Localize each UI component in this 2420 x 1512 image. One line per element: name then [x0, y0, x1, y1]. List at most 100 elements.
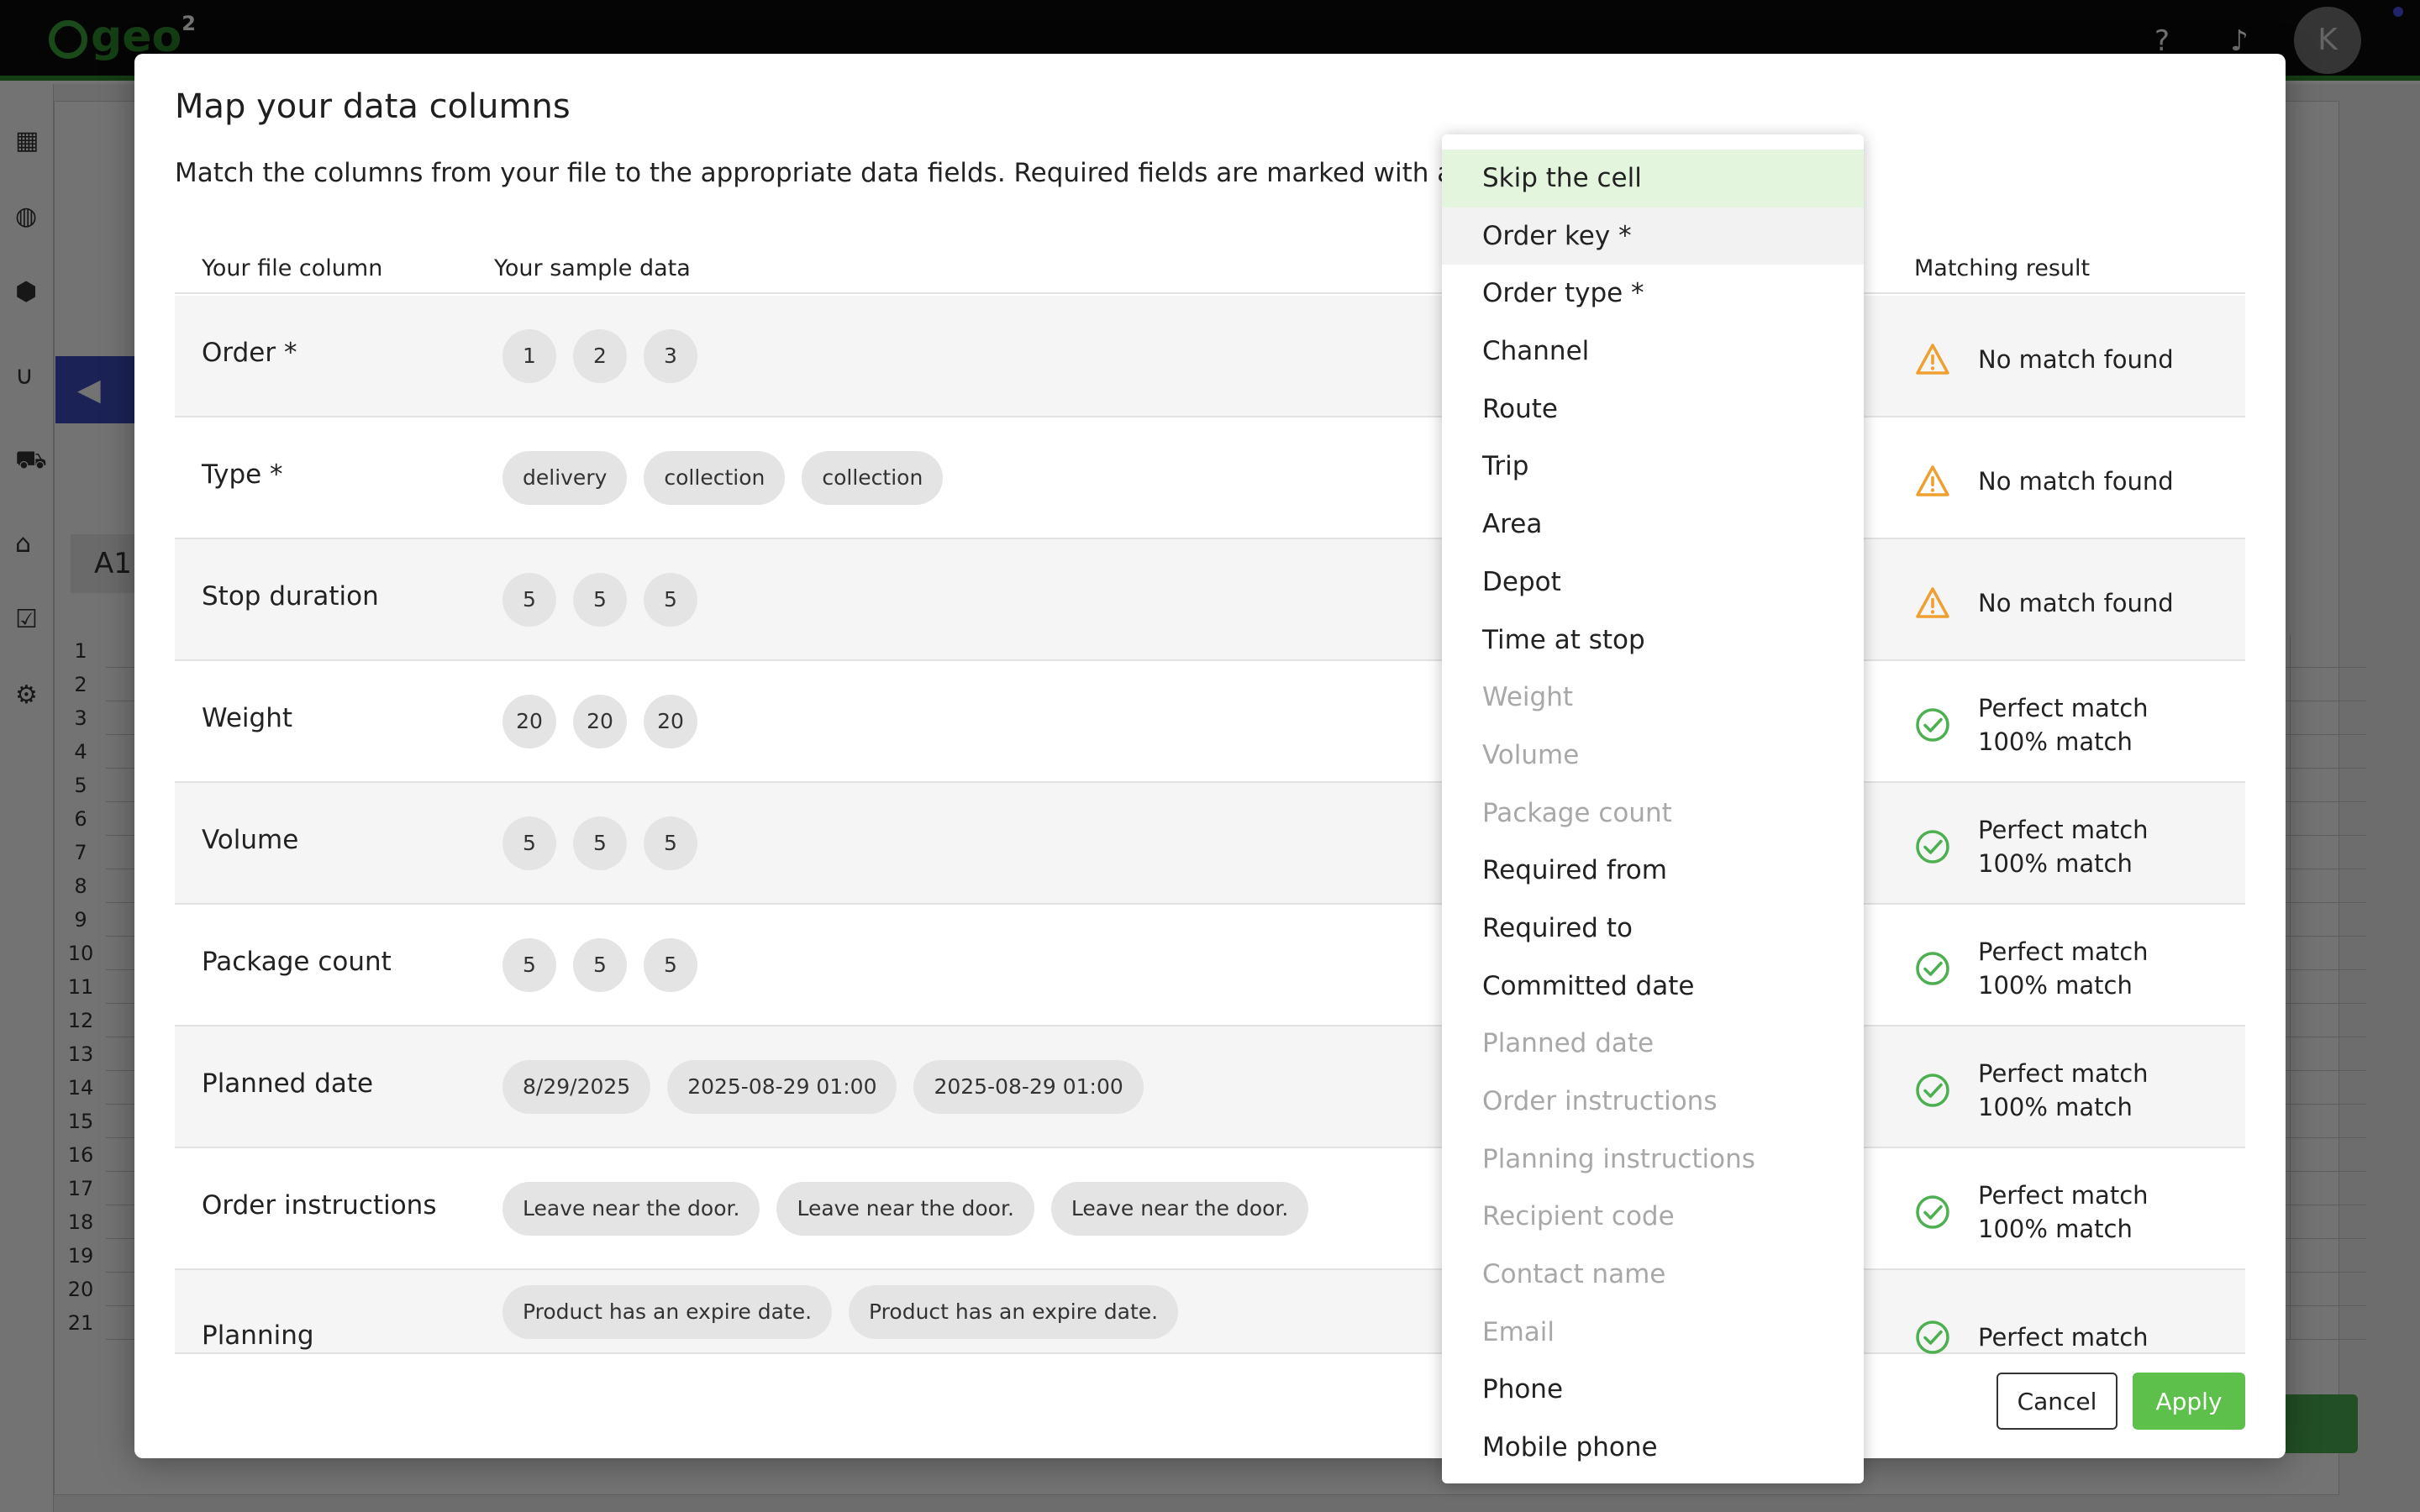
check-circle-icon	[1914, 1319, 1951, 1356]
matching-result-text: No match found	[1978, 586, 2174, 620]
dropdown-option: Package count	[1482, 797, 1672, 828]
sample-data-chips: 555	[502, 816, 697, 870]
matching-result-label: Perfect match	[1978, 816, 2149, 844]
sample-data-chips: Leave near the door. Leave near the door.…	[502, 1182, 1309, 1236]
matching-result-percent: 100% match	[1978, 971, 2133, 1000]
sample-chip: 2025-08-29 01:00	[667, 1060, 897, 1114]
dropdown-option[interactable]: Channel	[1442, 323, 1864, 381]
dropdown-option[interactable]: Order key *	[1442, 207, 1864, 265]
matching-result-percent: 100% match	[1978, 727, 2133, 756]
cancel-button[interactable]: Cancel	[1996, 1373, 2118, 1430]
sample-chip: 5	[502, 816, 556, 870]
matching-result: Perfect match 100% match	[1914, 1057, 2149, 1124]
file-column-name: Package count	[202, 947, 392, 977]
matching-result-label: Perfect match	[1978, 1181, 2149, 1210]
field-select-dropdown[interactable]: Skip the cell Order key * Order type * Chan…	[1442, 134, 1864, 1483]
matching-result-text: Perfect match	[1978, 1320, 2149, 1354]
matching-result-text: Perfect match 100% match	[1978, 1057, 2149, 1124]
sample-data-chips: 20 20 20	[502, 695, 697, 748]
table-row: Type * delivery collection collection No mat…	[175, 417, 2245, 539]
sample-chip: 5	[573, 938, 627, 992]
dropdown-option[interactable]: Required from	[1442, 842, 1864, 900]
matching-result: Perfect match 100% match	[1914, 935, 2149, 1002]
matching-result-label: Perfect match	[1978, 1323, 2149, 1352]
file-column-name: Order *	[202, 338, 297, 368]
dropdown-option[interactable]: Route	[1442, 381, 1864, 438]
sample-chip: 20	[573, 695, 627, 748]
sample-chip: collection	[802, 451, 944, 505]
sample-chip: collection	[644, 451, 786, 505]
matching-result-text: Perfect match 100% match	[1978, 1179, 2149, 1246]
dropdown-option: Planned date	[1482, 1028, 1655, 1059]
dropdown-option[interactable]: Depot	[1442, 554, 1864, 612]
dropdown-option: Weight	[1482, 682, 1574, 713]
matching-result-label: Perfect match	[1978, 1059, 2149, 1088]
sample-chip: 2025-08-29 01:00	[913, 1060, 1144, 1114]
file-column-name: Weight	[202, 703, 293, 733]
sample-chip: 5	[573, 816, 627, 870]
sample-data-chips: delivery collection collection	[502, 451, 944, 505]
matching-result: No match found	[1914, 570, 2174, 637]
matching-result-text: Perfect match 100% match	[1978, 813, 2149, 880]
check-circle-icon	[1914, 828, 1951, 865]
dropdown-option: Email	[1482, 1316, 1555, 1347]
matching-result-text: No match found	[1978, 465, 2174, 498]
matching-result: Perfect match	[1914, 1304, 2149, 1371]
sample-data-chips: 8/29/2025 2025-08-29 01:00 2025-08-29 01:0…	[502, 1060, 1144, 1114]
sample-chip: Product has an expire date.	[502, 1285, 833, 1339]
sample-data-chips: Product has an expire date. Product has a…	[502, 1285, 1179, 1339]
warning-triangle-icon	[1914, 585, 1951, 622]
sample-chip: 1	[502, 329, 556, 383]
file-column-name: Planning	[202, 1320, 314, 1351]
table-row: Order instructions Leave near the door. Le…	[175, 1148, 2245, 1270]
matching-result-text: Perfect match 100% match	[1978, 691, 2149, 759]
dropdown-option[interactable]: Phone	[1442, 1361, 1864, 1419]
table-row: Order * 1 2 3 No match found	[175, 296, 2245, 417]
dropdown-option[interactable]: Trip	[1442, 438, 1864, 496]
table-row: Stop duration 5 5 5 No match found	[175, 539, 2245, 661]
sample-chip: Product has an expire date.	[849, 1285, 1179, 1339]
table-row: Weight 20 20 20 Perfect match 100% match	[175, 661, 2245, 783]
dropdown-option: Order instructions	[1482, 1086, 1718, 1116]
file-column-name: Volume	[202, 825, 299, 855]
check-circle-icon	[1914, 706, 1951, 743]
matching-result-label: Perfect match	[1978, 937, 2149, 966]
dropdown-option[interactable]: Order type *	[1442, 265, 1864, 323]
sample-chip: 8/29/2025	[502, 1060, 651, 1114]
file-column-name: Stop duration	[202, 581, 379, 612]
dropdown-option[interactable]: Time at stop	[1442, 612, 1864, 669]
dropdown-option: Recipient code	[1482, 1201, 1675, 1232]
header-matching-result: Matching result	[1914, 255, 2091, 281]
table-body: Order * 1 2 3 No match found Type * delivery co…	[175, 296, 2245, 1354]
sample-chip: 20	[644, 695, 697, 748]
dropdown-option[interactable]: Area	[1442, 496, 1864, 554]
sample-chip: 5	[502, 938, 556, 992]
apply-button[interactable]: Apply	[2133, 1373, 2245, 1430]
sample-chip: 20	[502, 695, 556, 748]
check-circle-icon	[1914, 1072, 1951, 1109]
matching-result: No match found	[1914, 448, 2174, 515]
table-row: Package count 5 5 5 Perfect match 100% match	[175, 905, 2245, 1026]
modal-description: Match the columns from your file to the …	[175, 158, 1581, 188]
warning-triangle-icon	[1914, 341, 1951, 378]
dropdown-option: Planning instructions	[1482, 1143, 1755, 1174]
sample-data-chips: 555	[502, 938, 697, 992]
matching-result: Perfect match 100% match	[1914, 691, 2149, 759]
dropdown-option[interactable]: Required to	[1442, 900, 1864, 958]
matching-result-label: No match found	[1978, 467, 2174, 496]
table-row: Planning Product has an expire date. Produ…	[175, 1270, 2245, 1354]
dropdown-option[interactable]: Mobile phone	[1442, 1419, 1864, 1477]
matching-result-text: No match found	[1978, 343, 2174, 376]
header-file-column: Your file column	[202, 255, 383, 281]
matching-result-percent: 100% match	[1978, 849, 2133, 878]
file-column-name: Order instructions	[202, 1190, 437, 1221]
dropdown-option[interactable]: Skip the cell	[1442, 150, 1864, 207]
dropdown-option[interactable]: Committed date	[1442, 958, 1864, 1016]
dropdown-option: Volume	[1482, 739, 1580, 770]
sample-chip: 5	[573, 573, 627, 627]
matching-result: No match found	[1914, 326, 2174, 393]
matching-result: Perfect match 100% match	[1914, 813, 2149, 880]
sample-chip: 5	[502, 573, 556, 627]
sample-chip: 3	[644, 329, 697, 383]
sample-data-chips: 555	[502, 573, 697, 627]
